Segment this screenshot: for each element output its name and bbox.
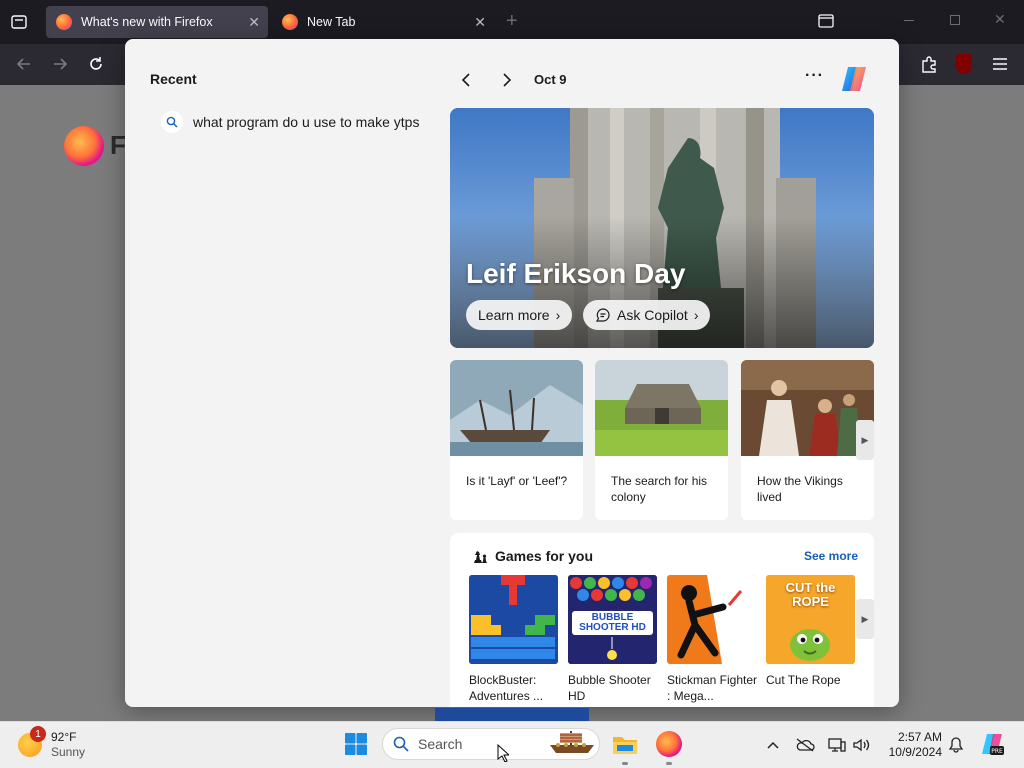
ask-copilot-button[interactable]: Ask Copilot › [583, 300, 711, 330]
extensions-icon[interactable] [920, 55, 938, 73]
reload-icon[interactable] [88, 56, 104, 72]
chevron-up-icon[interactable] [763, 735, 783, 755]
story-title: The search for his colony [611, 474, 708, 504]
weather-temp: 92°F [51, 730, 77, 744]
hero-title: Leif Erikson Day [466, 258, 686, 289]
widget-board-peek [435, 708, 589, 721]
app-running-indicator [666, 762, 672, 765]
onedrive-offline-icon[interactable] [795, 735, 815, 755]
notification-bell-icon[interactable] [946, 735, 966, 755]
tab-list-icon[interactable] [10, 13, 28, 31]
learn-more-label: Learn more [478, 307, 550, 323]
tab-whats-new[interactable]: What's new with Firefox ✕ [46, 6, 268, 38]
game-thumbnail: CUT the ROPE [766, 575, 855, 664]
game-thumbnail [469, 575, 558, 664]
start-button[interactable] [344, 732, 368, 756]
game-name: Bubble Shooter HD [568, 673, 651, 703]
game-name: Stickman Fighter : Mega... [667, 673, 758, 703]
search-icon [161, 111, 183, 133]
recent-title: Recent [150, 71, 197, 87]
taskbar: 1 92°F Sunny Search 2:57 AM 10/9/2024 PR… [0, 721, 1024, 768]
menu-icon[interactable] [992, 57, 1008, 71]
story-thumbnail [595, 360, 728, 456]
copilot-icon[interactable] [838, 63, 870, 95]
game-name: BlockBuster: Adventures ... [469, 673, 544, 703]
game-tile-blockbuster[interactable]: BlockBuster: Adventures ... [469, 575, 558, 704]
search-icon [393, 736, 409, 752]
learn-more-button[interactable]: Learn more › [466, 300, 573, 330]
firefox-logo [64, 126, 104, 166]
viking-ship-icon [550, 731, 594, 753]
minimize-icon[interactable] [904, 20, 914, 21]
browser-tab-strip: What's new with Firefox ✕ New Tab ✕ + ✕ [0, 0, 1024, 44]
tab-label: What's new with Firefox [81, 15, 213, 29]
story-title: How the Vikings lived [757, 474, 843, 504]
next-day-button[interactable] [496, 69, 518, 91]
see-more-link[interactable]: See more [804, 549, 858, 563]
back-icon[interactable] [16, 56, 32, 72]
hero-card[interactable]: Leif Erikson Day Learn more › Ask Copilo… [450, 108, 874, 348]
svg-text:PRE: PRE [991, 748, 1003, 755]
game-name: Cut The Rope [766, 673, 841, 687]
file-explorer-icon[interactable] [611, 730, 639, 758]
more-options-button[interactable]: ··· [805, 67, 824, 85]
restore-icon[interactable] [950, 15, 960, 25]
game-thumb-text: BUBBLE SHOOTER HD [579, 612, 646, 633]
clock-date: 10/9/2024 [888, 745, 942, 759]
close-window-icon[interactable]: ✕ [994, 11, 1006, 28]
firefox-logo-text: F [110, 130, 126, 160]
window-list-icon[interactable] [818, 14, 834, 28]
games-next-arrow[interactable]: ▶ [856, 599, 874, 639]
recent-search-item[interactable]: what program do u use to make ytps [161, 111, 419, 133]
story-thumbnail [741, 360, 874, 456]
ask-copilot-label: Ask Copilot [617, 307, 688, 323]
chevron-right-icon: › [693, 307, 699, 323]
volume-icon[interactable] [852, 735, 872, 755]
game-thumb-text: CUT the ROPE [785, 580, 836, 609]
clock-time: 2:57 AM [897, 730, 942, 744]
stories-next-arrow[interactable]: ▶ [856, 420, 874, 460]
firefox-tab-icon [56, 14, 72, 30]
game-tile-bubble-shooter[interactable]: BUBBLE SHOOTER HD Bubble Shooter HD [568, 575, 657, 704]
notification-badge: 1 [30, 726, 46, 742]
chess-piece-icon [474, 551, 487, 563]
close-tab-icon[interactable]: ✕ [248, 14, 260, 31]
widgets-panel: Recent what program do u use to make ytp… [125, 39, 899, 707]
game-thumbnail: BUBBLE SHOOTER HD [568, 575, 657, 664]
games-card: Games for you See more BlockBuster: Adve… [450, 533, 874, 707]
tab-new-tab[interactable]: New Tab ✕ [272, 6, 494, 38]
game-tile-stickman[interactable]: Stickman Fighter : Mega... [667, 575, 758, 704]
close-tab-icon[interactable]: ✕ [474, 14, 486, 31]
ublock-icon[interactable] [956, 54, 972, 74]
current-date: Oct 9 [534, 72, 567, 87]
previous-day-button[interactable] [455, 69, 477, 91]
system-clock[interactable]: 2:57 AM 10/9/2024 [886, 730, 942, 760]
recent-search-text: what program do u use to make ytps [193, 114, 420, 130]
forward-icon[interactable] [52, 56, 68, 72]
copilot-pre-icon[interactable]: PRE [980, 732, 1004, 756]
firefox-tab-icon [282, 14, 298, 30]
game-tile-cut-the-rope[interactable]: CUT the ROPE Cut The Rope [766, 575, 855, 688]
chevron-right-icon: › [555, 307, 561, 323]
story-thumbnail [450, 360, 583, 456]
sunny-weather-icon: 1 [18, 726, 46, 757]
story-card-vikings[interactable]: How the Vikings lived [741, 360, 874, 520]
weather-widget[interactable]: 1 92°F Sunny [18, 726, 86, 760]
story-card-pronunciation[interactable]: Is it 'Layf' or 'Leef'? [450, 360, 583, 520]
story-card-colony[interactable]: The search for his colony [595, 360, 728, 520]
tab-label: New Tab [307, 15, 356, 29]
search-placeholder: Search [418, 736, 463, 752]
mouse-cursor-icon [497, 744, 509, 762]
network-icon[interactable] [827, 735, 847, 755]
games-title: Games for you [495, 548, 594, 564]
firefox-taskbar-icon[interactable] [655, 730, 683, 758]
chat-bubble-icon [595, 307, 611, 323]
app-running-indicator [622, 762, 628, 765]
story-title: Is it 'Layf' or 'Leef'? [466, 474, 568, 488]
game-thumbnail [667, 575, 756, 664]
weather-condition: Sunny [51, 745, 86, 759]
new-tab-button[interactable]: + [506, 10, 518, 33]
